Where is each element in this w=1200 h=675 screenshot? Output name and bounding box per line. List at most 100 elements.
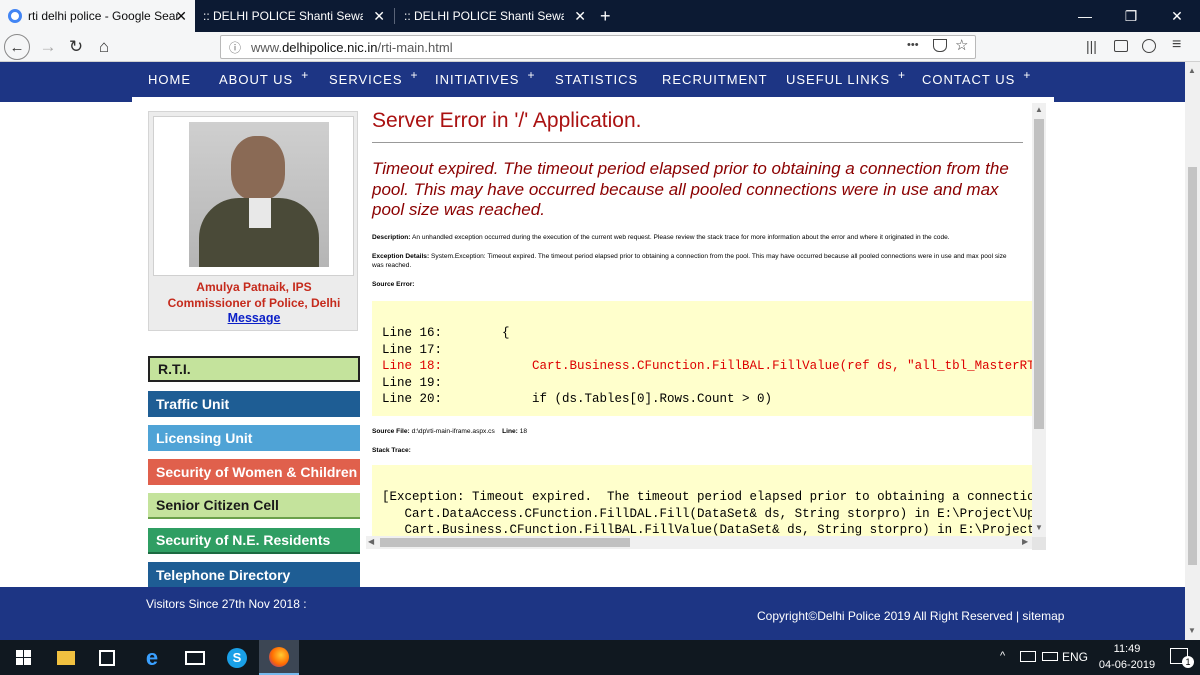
- iframe-vertical-scrollbar[interactable]: ▲ ▼: [1032, 103, 1046, 537]
- sidebar-btn-security-ne-residents[interactable]: Security of N.E. Residents: [148, 528, 360, 554]
- menu-label: RECRUITMENT: [662, 72, 768, 87]
- menu-statistics[interactable]: STATISTICS: [555, 72, 638, 87]
- line-label: Line:: [502, 428, 518, 435]
- iframe-vertical-thumb[interactable]: [1034, 119, 1044, 429]
- show-hidden-icons[interactable]: ^: [1000, 650, 1005, 662]
- sidebar-btn-security-women-children[interactable]: Security of Women & Children: [148, 459, 360, 485]
- stack-trace-box: [Exception: Timeout expired. The timeout…: [372, 465, 1032, 545]
- error-description: Description: An unhandled exception occu…: [372, 234, 950, 241]
- error-message: Timeout expired. The timeout period elap…: [372, 159, 1009, 219]
- sidebar-btn-telephone-directory[interactable]: Telephone Directory: [148, 562, 360, 588]
- page-scroll-up-icon[interactable]: ▲: [1188, 66, 1196, 75]
- tab-label: :: DELHI POLICE Shanti Sewa Nyaya ::: [404, 9, 564, 23]
- network-icon[interactable]: [1020, 651, 1036, 662]
- window-close-button[interactable]: ✕: [1154, 0, 1200, 32]
- menu-home[interactable]: HOME: [148, 72, 191, 87]
- page-actions-menu-icon[interactable]: •••: [907, 39, 919, 51]
- portrait-collar: [249, 198, 271, 228]
- sidebar-btn-senior-citizen-cell[interactable]: Senior Citizen Cell: [148, 493, 360, 519]
- site-footer: Visitors Since 27th Nov 2018 : Copyright…: [0, 587, 1185, 640]
- line-number: 18: [519, 428, 528, 435]
- sidebar-btn-licensing-unit[interactable]: Licensing Unit: [148, 425, 360, 451]
- scroll-down-icon[interactable]: ▼: [1035, 523, 1043, 532]
- plus-icon: +: [410, 68, 419, 82]
- menu-about-us[interactable]: ABOUT US +: [219, 68, 309, 87]
- page-vertical-scrollbar[interactable]: ▲ ▼: [1185, 62, 1200, 640]
- scroll-right-icon[interactable]: ▶: [1022, 537, 1028, 546]
- iframe-horizontal-thumb[interactable]: [380, 538, 630, 547]
- bookmark-star-icon[interactable]: ☆: [955, 36, 968, 54]
- page-scroll-thumb[interactable]: [1188, 167, 1197, 565]
- error-exception-details: Exception Details: System.Exception: Tim…: [372, 253, 1007, 260]
- new-tab-button[interactable]: +: [596, 0, 620, 32]
- iframe-horizontal-scrollbar[interactable]: ◀ ▶: [366, 536, 1034, 549]
- forward-arrow-icon[interactable]: →: [34, 32, 62, 62]
- menu-useful-links[interactable]: USEFUL LINKS +: [786, 68, 906, 87]
- tab-divider: [394, 8, 395, 24]
- browser-tab-delhi-police-1[interactable]: :: DELHI POLICE Shanti Sewa Nyaya :: ✕: [195, 0, 393, 32]
- mail-icon[interactable]: [175, 640, 215, 675]
- reload-icon[interactable]: ↻: [62, 32, 90, 62]
- source-code-box: Line 16: { Line 17: Line 18: Cart.Busine…: [372, 301, 1032, 416]
- tab-close-icon[interactable]: ✕: [574, 8, 586, 25]
- battery-icon[interactable]: [1042, 652, 1058, 661]
- store-icon[interactable]: [87, 640, 127, 675]
- menu-services[interactable]: SERVICES +: [329, 68, 419, 87]
- url-text: www.delhipolice.nic.in/rti-main.html: [251, 40, 453, 55]
- error-title: Server Error in '/' Application.: [372, 109, 642, 132]
- tab-label: rti delhi police - Google Search: [28, 9, 178, 23]
- menu-contact-us[interactable]: CONTACT US +: [922, 68, 1031, 87]
- source-line: Line 17:: [382, 342, 443, 357]
- clock-time[interactable]: 11:49: [1094, 643, 1160, 655]
- restore-button[interactable]: ❐: [1108, 0, 1154, 32]
- minimize-button[interactable]: —: [1062, 0, 1108, 32]
- address-bar[interactable]: ⓘ www.delhipolice.nic.in/rti-main.html •…: [220, 35, 976, 59]
- tab-close-icon[interactable]: ✕: [175, 8, 187, 25]
- account-icon[interactable]: [1142, 39, 1156, 53]
- sidebar-toggle-icon[interactable]: [1114, 40, 1128, 52]
- stack-line: Cart.DataAccess.CFunction.FillDAL.Fill(D…: [382, 506, 1033, 521]
- source-line: Line 16: {: [382, 326, 510, 340]
- commissioner-name: Amulya Patnaik, IPS: [196, 280, 312, 294]
- menu-label: CONTACT US: [922, 72, 1016, 87]
- browser-navigation-bar: ← → ↻ ⌂ ⓘ www.delhipolice.nic.in/rti-mai…: [0, 32, 1200, 62]
- copyright-text[interactable]: Copyright©Delhi Police 2019 All Right Re…: [757, 609, 1064, 623]
- commissioner-photo: [189, 122, 329, 267]
- skype-icon[interactable]: S: [217, 640, 257, 675]
- sidebar-btn-traffic-unit[interactable]: Traffic Unit: [148, 391, 360, 417]
- file-explorer-icon[interactable]: [46, 640, 86, 675]
- browser-tab-delhi-police-2[interactable]: :: DELHI POLICE Shanti Sewa Nyaya :: ✕: [396, 0, 594, 32]
- source-line: Line 20: if (ds.Tables[0].Rows.Count > 0…: [382, 392, 773, 406]
- page-scroll-down-icon[interactable]: ▼: [1188, 626, 1196, 635]
- library-icon[interactable]: |||: [1086, 38, 1097, 54]
- source-error-label: Source Error:: [372, 281, 415, 288]
- menu-label: HOME: [148, 72, 191, 87]
- stack-line: [Exception: Timeout expired. The timeout…: [382, 490, 1032, 504]
- url-prefix: www.: [251, 40, 283, 55]
- back-arrow-icon[interactable]: ←: [4, 34, 30, 60]
- home-icon[interactable]: ⌂: [90, 32, 118, 62]
- firefox-icon[interactable]: [259, 640, 299, 675]
- scroll-left-icon[interactable]: ◀: [368, 537, 374, 546]
- browser-tab-google-search[interactable]: rti delhi police - Google Search ✕: [0, 0, 195, 32]
- site-menu-bar: HOME ABOUT US + SERVICES + INITIATIVES + ST…: [0, 62, 1200, 102]
- edge-browser-icon[interactable]: e: [132, 640, 172, 675]
- language-indicator[interactable]: ENG: [1062, 650, 1088, 664]
- clock-date[interactable]: 04-06-2019: [1094, 659, 1160, 671]
- scroll-up-icon[interactable]: ▲: [1035, 105, 1043, 114]
- menu-label: STATISTICS: [555, 72, 639, 87]
- commissioner-message-link[interactable]: Message: [149, 311, 359, 325]
- windows-start-icon[interactable]: [0, 640, 46, 675]
- hamburger-menu-icon[interactable]: ≡: [1172, 36, 1181, 54]
- scrollbar-corner: [1032, 537, 1046, 550]
- pocket-icon[interactable]: [933, 39, 947, 52]
- plus-icon: +: [301, 68, 310, 82]
- error-divider: [372, 142, 1023, 143]
- tab-label: :: DELHI POLICE Shanti Sewa Nyaya ::: [203, 9, 363, 23]
- menu-initiatives[interactable]: INITIATIVES +: [435, 68, 535, 87]
- details-text: System.Exception: Timeout expired. The t…: [431, 253, 1007, 260]
- menu-recruitment[interactable]: RECRUITMENT: [662, 72, 768, 87]
- sidebar-btn-rti[interactable]: R.T.I.: [148, 356, 360, 382]
- info-icon[interactable]: ⓘ: [229, 39, 241, 56]
- tab-close-icon[interactable]: ✕: [373, 8, 385, 25]
